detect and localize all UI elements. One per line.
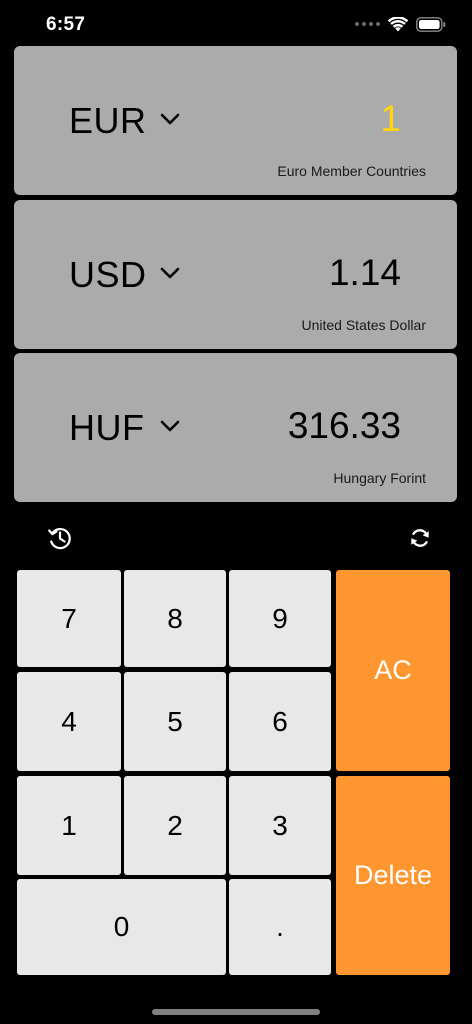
- key-3[interactable]: 3: [229, 776, 331, 875]
- status-bar: 6:57: [0, 0, 472, 46]
- key-7[interactable]: 7: [17, 570, 121, 667]
- currency-code[interactable]: HUF: [69, 407, 145, 449]
- cellular-signal-icon: [355, 22, 380, 26]
- status-time: 6:57: [46, 14, 86, 35]
- chevron-down-icon[interactable]: [159, 112, 181, 126]
- currency-code[interactable]: USD: [69, 254, 147, 296]
- currency-code[interactable]: EUR: [69, 100, 147, 142]
- currency-row-huf[interactable]: HUF 316.33 Hungary Forint: [14, 353, 457, 502]
- key-8[interactable]: 8: [124, 570, 226, 667]
- currency-row-usd[interactable]: USD 1.14 United States Dollar: [14, 200, 457, 349]
- chevron-down-icon[interactable]: [159, 419, 181, 433]
- wifi-icon: [388, 16, 408, 31]
- battery-icon: [416, 16, 446, 32]
- key-4[interactable]: 4: [17, 672, 121, 771]
- currency-name: Hungary Forint: [333, 470, 426, 486]
- key-2[interactable]: 2: [124, 776, 226, 875]
- home-indicator[interactable]: [152, 1009, 320, 1015]
- delete-button[interactable]: Delete: [336, 776, 450, 975]
- key-1[interactable]: 1: [17, 776, 121, 875]
- key-decimal[interactable]: .: [229, 879, 331, 975]
- currency-name: United States Dollar: [301, 317, 426, 333]
- currency-amount[interactable]: 316.33: [288, 405, 401, 447]
- history-icon[interactable]: [46, 524, 74, 552]
- currency-name: Euro Member Countries: [277, 163, 426, 179]
- key-6[interactable]: 6: [229, 672, 331, 771]
- refresh-rates-icon[interactable]: [406, 524, 434, 552]
- currency-row-eur[interactable]: EUR 1 Euro Member Countries: [14, 46, 457, 195]
- clear-button[interactable]: AC: [336, 570, 450, 771]
- key-5[interactable]: 5: [124, 672, 226, 771]
- currency-amount[interactable]: 1: [380, 98, 401, 140]
- status-icons: [355, 15, 446, 33]
- key-9[interactable]: 9: [229, 570, 331, 667]
- currency-amount[interactable]: 1.14: [329, 252, 401, 294]
- key-0[interactable]: 0: [17, 879, 226, 975]
- chevron-down-icon[interactable]: [159, 266, 181, 280]
